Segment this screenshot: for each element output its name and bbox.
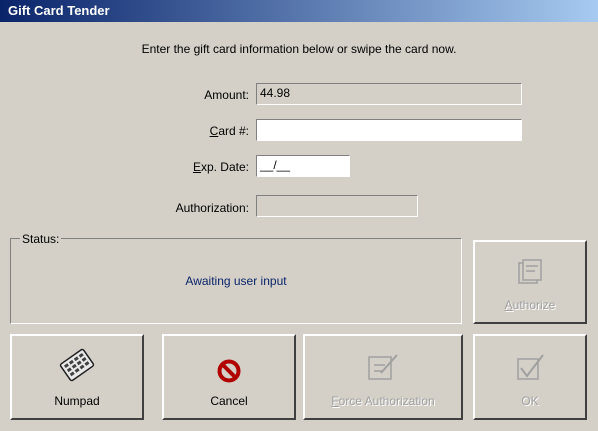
amount-label: Amount: (204, 88, 249, 102)
force-authorization-label: Force Authorization (331, 394, 435, 408)
exp-date-input[interactable]: __/__ (256, 155, 350, 177)
cancel-button[interactable]: Cancel (162, 334, 296, 420)
gift-card-tender-dialog: Gift Card Tender Enter the gift card inf… (0, 0, 598, 431)
authorize-label: Authorize (504, 298, 556, 312)
authorize-card-icon (515, 257, 545, 290)
card-number-input[interactable] (256, 119, 522, 141)
authorize-button[interactable]: Authorize (473, 240, 587, 324)
numpad-button[interactable]: Numpad (10, 334, 144, 420)
checkmark-icon (514, 351, 546, 386)
window-title: Gift Card Tender (8, 3, 110, 18)
instruction-text: Enter the gift card information below or… (141, 42, 457, 56)
title-bar: Gift Card Tender (0, 0, 598, 22)
cancel-label: Cancel (210, 394, 248, 408)
status-message: Awaiting user input (185, 274, 287, 288)
authorization-field (256, 195, 418, 217)
exp-date-label: Exp. Date: (192, 160, 249, 174)
numpad-label: Numpad (54, 394, 100, 408)
ok-button[interactable]: OK (473, 334, 587, 420)
authorization-label: Authorization: (175, 201, 249, 215)
cancel-icon (217, 359, 241, 386)
numpad-icon (57, 347, 97, 386)
ok-label: OK (521, 394, 539, 408)
force-authorization-button[interactable]: Force Authorization (303, 334, 463, 420)
force-authorization-icon (365, 351, 401, 386)
amount-field: 44.98 (256, 83, 522, 105)
card-number-label: Card #: (209, 124, 249, 138)
